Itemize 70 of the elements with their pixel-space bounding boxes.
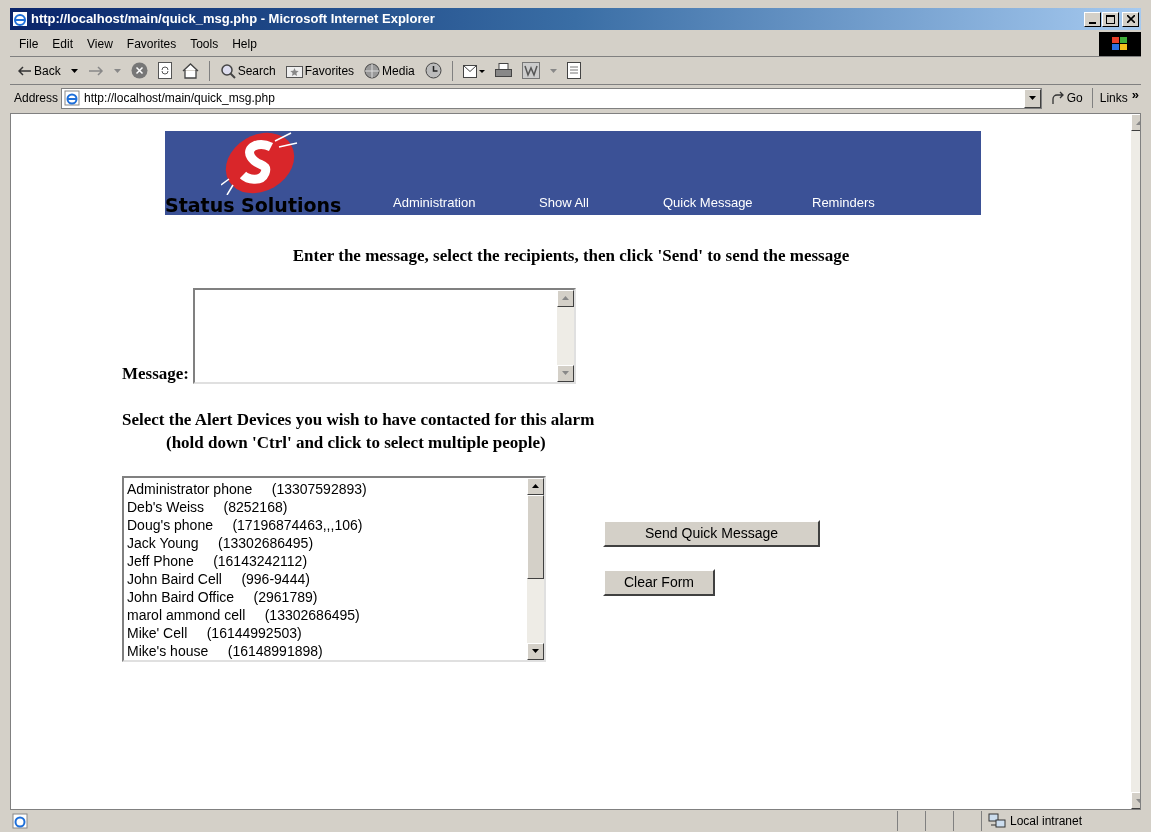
- search-icon: [219, 62, 236, 79]
- list-option[interactable]: Jack Young (13302686495): [127, 533, 314, 552]
- address-label: Address: [14, 90, 59, 107]
- browser-icon: [12, 11, 28, 27]
- message-label: Message:: [122, 363, 190, 384]
- go-arrow-icon: [1050, 91, 1065, 105]
- nav-link[interactable]: Show All: [539, 192, 663, 212]
- logo-text: Status Solutions: [165, 195, 342, 215]
- menu-item[interactable]: Help: [227, 35, 262, 53]
- network-icon: [988, 813, 1006, 829]
- list-option[interactable]: marol ammond cell (13302686495): [127, 605, 360, 624]
- refresh-icon[interactable]: [157, 62, 172, 79]
- page-icon: [64, 90, 81, 106]
- list-option[interactable]: Administrator phone (13307592893): [127, 479, 367, 498]
- minimize-button[interactable]: [1084, 11, 1101, 27]
- list-option[interactable]: Deb's Weiss (8252168): [127, 497, 288, 516]
- maximize-icon: [1106, 14, 1115, 24]
- nav-link[interactable]: Reminders: [812, 192, 912, 212]
- back-button[interactable]: Back: [18, 61, 61, 80]
- document-icon[interactable]: [566, 62, 581, 79]
- maximize-button[interactable]: [1102, 11, 1119, 27]
- scrollbar[interactable]: [527, 477, 544, 660]
- print-icon[interactable]: [494, 63, 512, 78]
- address-field[interactable]: http://localhost/main/quick_msg.php: [61, 87, 1042, 109]
- edit-icon[interactable]: [521, 62, 540, 79]
- flag-icon: [1112, 37, 1128, 51]
- history-icon[interactable]: [424, 62, 442, 79]
- mail-icon[interactable]: [462, 62, 485, 79]
- dropdown-icon[interactable]: [70, 68, 78, 73]
- list-option[interactable]: John Baird Office (2961789): [127, 587, 318, 606]
- instruction-heading: Enter the message, select the recipients, then click 'Send' to send the message: [291, 245, 851, 267]
- nav-link[interactable]: Administration: [393, 192, 539, 212]
- list-option[interactable]: Mike' Cell (16144992503): [127, 623, 302, 642]
- devices-list[interactable]: [122, 475, 546, 662]
- globe-icon: [364, 62, 381, 79]
- go-button[interactable]: Go: [1044, 89, 1089, 107]
- close-icon: [1126, 15, 1135, 23]
- list-option[interactable]: John Baird Cell (996-9444): [127, 569, 310, 588]
- close-button[interactable]: [1122, 11, 1139, 27]
- home-icon[interactable]: [181, 62, 199, 79]
- menu-item[interactable]: File: [14, 35, 44, 53]
- search-button[interactable]: Search: [219, 61, 276, 80]
- menu-item[interactable]: Favorites: [121, 35, 182, 53]
- minimize-icon: [1089, 21, 1096, 24]
- scroll-thumb[interactable]: [527, 494, 544, 579]
- menu-item[interactable]: Tools: [185, 35, 224, 53]
- scroll-up-icon[interactable]: [532, 484, 539, 488]
- devices-heading: Select the Alert Devices you wish to have contacted for this alarm: [122, 408, 596, 431]
- menu-item[interactable]: Edit: [47, 35, 79, 53]
- clear-button[interactable]: Clear Form: [603, 568, 715, 596]
- page-icon: [12, 813, 28, 829]
- logo-icon: [221, 131, 299, 195]
- window-title: http://localhost/main/quick_msg.php - Microsoft Internet Explorer: [31, 10, 435, 29]
- menu-item[interactable]: View: [82, 35, 118, 53]
- list-option[interactable]: Mike's house (16148991898): [127, 641, 323, 660]
- scroll-down-icon[interactable]: [532, 649, 539, 653]
- devices-hint: (hold down 'Ctrl' and click to select multiple people): [166, 431, 547, 454]
- dropdown-icon: [1028, 96, 1036, 100]
- back-arrow-icon: [18, 65, 32, 76]
- dropdown-button[interactable]: [1023, 88, 1041, 108]
- nav-link[interactable]: Quick Message: [663, 192, 812, 212]
- send-button[interactable]: Send Quick Message: [603, 519, 820, 547]
- message-field[interactable]: [193, 287, 577, 384]
- favorites-button[interactable]: Favorites: [285, 61, 355, 80]
- links-button[interactable]: Links »: [1095, 89, 1141, 107]
- media-button[interactable]: Media: [364, 61, 415, 80]
- stop-icon[interactable]: [130, 62, 148, 79]
- list-option[interactable]: Doug's phone (17196874463,,,106): [127, 515, 363, 534]
- list-option[interactable]: Jeff Phone (16143242112): [127, 551, 308, 570]
- zone-label: Local intranet: [1010, 813, 1083, 830]
